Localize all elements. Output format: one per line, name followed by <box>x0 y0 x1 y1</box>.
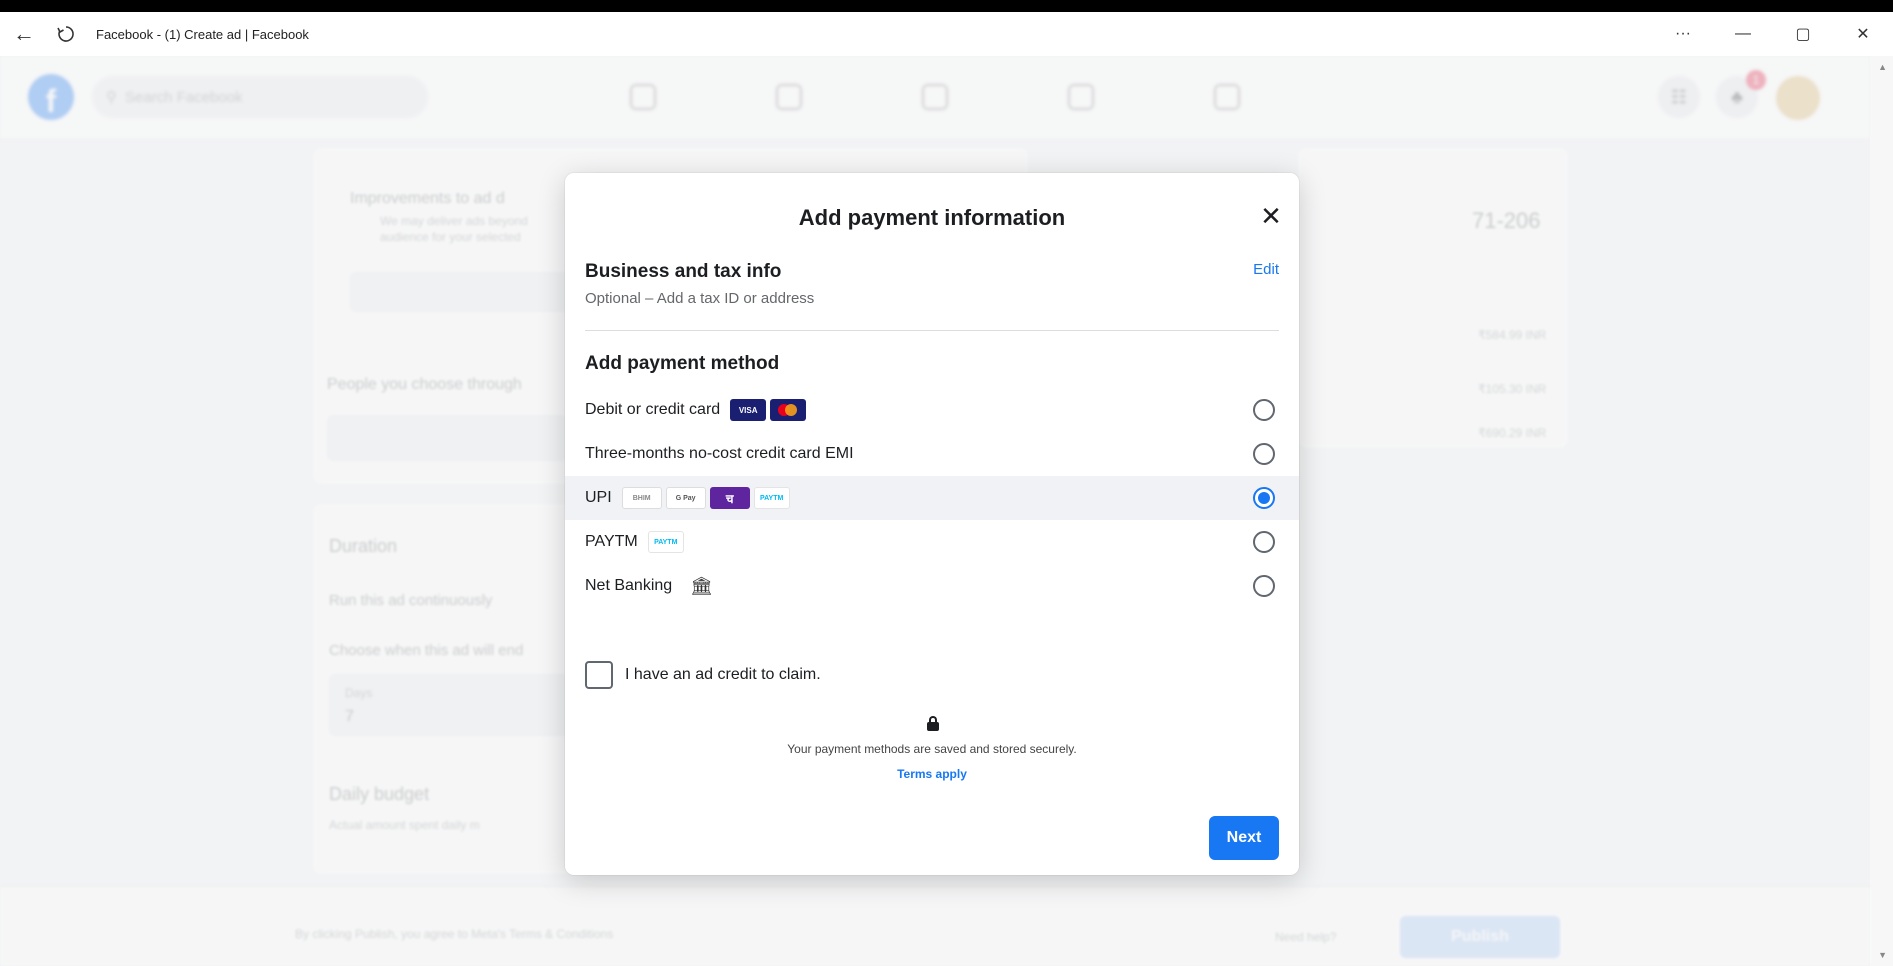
mastercard-logo-icon <box>770 399 807 421</box>
payment-modal: Add payment information ✕ Business and t… <box>565 173 1299 875</box>
lock-icon <box>926 716 940 731</box>
payment-option-label: Net Banking <box>585 577 673 594</box>
radio-button[interactable] <box>1253 531 1275 553</box>
browser-window: ← Facebook - (1) Create ad | Facebook ··… <box>0 12 1893 966</box>
business-subtext: Optional – Add a tax ID or address <box>585 290 815 307</box>
close-window-button[interactable]: ✕ <box>1833 12 1893 56</box>
ad-credit-label: I have an ad credit to claim. <box>625 666 821 683</box>
title-bar: ← Facebook - (1) Create ad | Facebook ··… <box>0 12 1893 56</box>
payment-option-netbanking[interactable]: Net Banking 🏛 <box>565 564 1299 608</box>
reload-icon[interactable] <box>48 12 84 56</box>
secure-text: Your payment methods are saved and store… <box>787 742 1077 756</box>
bhim-logo-icon: BHIM <box>621 487 662 509</box>
scroll-down-icon[interactable]: ▼ <box>1878 950 1887 960</box>
paytm-logo-icon: PAYTM <box>753 487 790 509</box>
scroll-up-icon[interactable]: ▲ <box>1878 62 1887 72</box>
back-arrow-icon[interactable]: ← <box>0 12 48 56</box>
bank-icon: 🏛 <box>690 575 714 596</box>
next-button[interactable]: Next <box>1209 816 1279 860</box>
payment-option-label: PAYTM <box>585 533 638 550</box>
restore-button[interactable]: ▢ <box>1773 12 1833 56</box>
visa-logo-icon: VISA <box>730 399 767 421</box>
terms-link[interactable]: Terms apply <box>565 767 1299 781</box>
close-icon[interactable]: ✕ <box>1253 198 1289 234</box>
ad-credit-checkbox[interactable] <box>585 661 613 689</box>
paytm-logo-icon: PAYTM <box>647 531 684 553</box>
more-icon[interactable]: ··· <box>1653 12 1713 56</box>
radio-button[interactable] <box>1253 399 1275 421</box>
modal-title: Add payment information <box>798 205 1066 230</box>
scrollbar[interactable] <box>1870 56 1893 966</box>
radio-button[interactable] <box>1253 443 1275 465</box>
window-controls: ··· — ▢ ✕ <box>1653 12 1893 56</box>
radio-button-selected[interactable] <box>1253 487 1275 509</box>
phonepe-logo-icon: च <box>709 487 750 509</box>
divider <box>585 330 1279 331</box>
payment-method-heading: Add payment method <box>585 353 780 374</box>
payment-option-label: Three-months no-cost credit card EMI <box>585 445 854 462</box>
business-heading: Business and tax info <box>585 261 782 282</box>
payment-option-label: Debit or credit card <box>585 401 721 418</box>
payment-option-paytm[interactable]: PAYTM PAYTM <box>565 520 1299 564</box>
payment-option-label: UPI <box>585 489 612 506</box>
minimize-button[interactable]: — <box>1713 12 1773 56</box>
edit-link[interactable]: Edit <box>1253 261 1279 278</box>
ad-credit-checkbox-row[interactable]: I have an ad credit to claim. <box>585 661 821 689</box>
payment-option-emi[interactable]: Three-months no-cost credit card EMI <box>565 432 1299 476</box>
radio-button[interactable] <box>1253 575 1275 597</box>
tab-title: Facebook - (1) Create ad | Facebook <box>96 26 309 42</box>
payment-option-card[interactable]: Debit or credit card VISA <box>565 388 1299 432</box>
gpay-logo-icon: G Pay <box>665 487 706 509</box>
payment-option-upi[interactable]: UPI BHIM G Pay च PAYTM <box>565 476 1299 520</box>
